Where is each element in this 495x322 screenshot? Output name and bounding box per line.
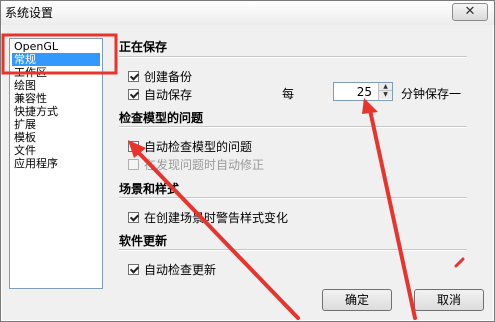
auto-check-model-option[interactable]: 自动检查模型的问题 xyxy=(128,138,253,154)
category-list: OpenGL 常规 工作区 绘图 兼容性 快捷方式 扩展 模板 文件 应用程序 xyxy=(9,38,103,289)
cancel-button[interactable]: 取消 xyxy=(414,289,484,311)
close-button[interactable]: ✕ xyxy=(452,3,488,21)
auto-fix-option: 在发现问题时自动修正 xyxy=(128,156,265,172)
sidebar-item-files[interactable]: 文件 xyxy=(12,144,100,157)
autosave-interval-stepper[interactable]: 25 ▲ ▼ xyxy=(333,82,393,101)
model-check-divider xyxy=(119,126,467,128)
minutes-label: 分钟保存一 xyxy=(401,87,462,101)
autosave-option[interactable]: 自动保存 xyxy=(128,86,193,102)
autosave-label: 自动保存 xyxy=(144,88,193,102)
updates-divider xyxy=(119,249,467,251)
stepper-buttons: ▲ ▼ xyxy=(378,83,392,100)
settings-dialog: 系统设置 ✕ OpenGL 常规 工作区 绘图 兼容性 快捷方式 扩展 模板 文… xyxy=(0,0,495,322)
create-backup-option[interactable]: 创建备份 xyxy=(128,68,193,84)
sidebar-item-extensions[interactable]: 扩展 xyxy=(12,118,100,131)
warn-style-option[interactable]: 在创建场景时警告样式变化 xyxy=(128,209,289,225)
auto-check-model-label: 自动检查模型的问题 xyxy=(144,140,253,154)
model-check-section-title: 检查模型的问题 xyxy=(119,111,204,125)
stepper-down-button[interactable]: ▼ xyxy=(379,91,392,99)
auto-update-label: 自动检查更新 xyxy=(144,263,217,277)
close-icon: ✕ xyxy=(464,4,476,19)
ok-button[interactable]: 确定 xyxy=(322,289,392,311)
sidebar-item-shortcuts[interactable]: 快捷方式 xyxy=(12,105,100,118)
auto-fix-label: 在发现问题时自动修正 xyxy=(144,158,265,172)
sidebar-item-workspace[interactable]: 工作区 xyxy=(12,66,100,79)
create-backup-label: 创建备份 xyxy=(144,70,193,84)
sidebar-item-drawing[interactable]: 绘图 xyxy=(12,79,100,92)
warn-style-checkbox[interactable] xyxy=(128,212,139,223)
window-title: 系统设置 xyxy=(5,6,54,20)
saving-divider xyxy=(119,56,467,58)
title-bar: 系统设置 ✕ xyxy=(1,1,494,25)
sidebar-item-compatibility[interactable]: 兼容性 xyxy=(12,92,100,105)
updates-section-title: 软件更新 xyxy=(119,234,168,248)
auto-update-option[interactable]: 自动检查更新 xyxy=(128,261,217,277)
sidebar-item-opengl[interactable]: OpenGL xyxy=(12,40,100,53)
every-label: 每 xyxy=(282,87,295,101)
dialog-body: OpenGL 常规 工作区 绘图 兼容性 快捷方式 扩展 模板 文件 应用程序 … xyxy=(2,25,493,320)
saving-section-title: 正在保存 xyxy=(119,40,168,54)
auto-fix-checkbox xyxy=(128,159,139,170)
auto-update-checkbox[interactable] xyxy=(128,264,139,275)
stepper-up-button[interactable]: ▲ xyxy=(379,83,392,91)
auto-check-model-checkbox[interactable] xyxy=(128,141,139,152)
create-backup-checkbox[interactable] xyxy=(128,71,139,82)
sidebar-item-applications[interactable]: 应用程序 xyxy=(12,157,100,170)
sidebar-item-templates[interactable]: 模板 xyxy=(12,131,100,144)
autosave-checkbox[interactable] xyxy=(128,89,139,100)
sidebar-item-general[interactable]: 常规 xyxy=(12,53,100,66)
autosave-interval-value[interactable]: 25 xyxy=(357,85,372,99)
warn-style-label: 在创建场景时警告样式变化 xyxy=(144,211,289,225)
scenes-section-title: 场景和样式 xyxy=(119,182,180,196)
scenes-divider xyxy=(119,197,467,199)
